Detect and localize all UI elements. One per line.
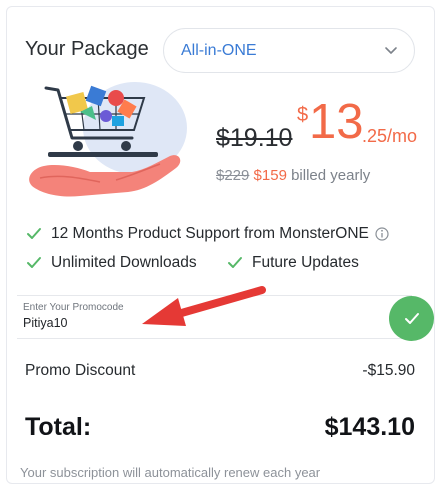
feature-label: 12 Months Product Support from MonsterON…	[51, 225, 369, 242]
package-select-value: All-in-ONE	[181, 42, 257, 59]
shopping-cart-illustration	[20, 76, 200, 211]
renewal-note: Your subscription will automatically ren…	[20, 465, 321, 480]
feature-item: Future Updates	[227, 254, 359, 272]
feature-item: 12 Months Product Support from MonsterON…	[26, 225, 389, 243]
billed-suffix: billed yearly	[286, 167, 371, 184]
promo-code-placeholder: Enter Your Promocode	[23, 302, 124, 313]
old-monthly-price: $19.10	[216, 124, 293, 152]
package-label: Your Package	[25, 38, 149, 60]
check-icon	[227, 256, 243, 270]
price-currency: $	[297, 104, 309, 126]
check-icon	[26, 256, 42, 270]
billed-old-price: $229	[216, 167, 250, 184]
info-icon[interactable]	[375, 227, 389, 241]
price-main: 13	[309, 95, 364, 149]
apply-promo-button[interactable]	[389, 296, 434, 341]
check-icon	[26, 227, 42, 241]
feature-label: Unlimited Downloads	[51, 254, 197, 271]
chevron-down-icon	[384, 43, 398, 62]
package-select[interactable]: All-in-ONE	[163, 28, 415, 73]
promo-discount-value: -$15.90	[362, 362, 415, 379]
billed-yearly-text: $229 $159 billed yearly	[216, 167, 370, 184]
divider	[17, 338, 412, 339]
total-value: $143.10	[324, 413, 415, 441]
feature-item: Unlimited Downloads	[26, 254, 197, 272]
promo-discount-label: Promo Discount	[25, 362, 136, 379]
feature-label: Future Updates	[252, 254, 359, 271]
check-icon	[404, 312, 420, 326]
total-label: Total:	[25, 413, 92, 441]
billed-new-price: $159	[253, 167, 287, 184]
price-fraction: .25/mo	[362, 126, 418, 146]
red-arrow-annotation	[138, 282, 268, 337]
